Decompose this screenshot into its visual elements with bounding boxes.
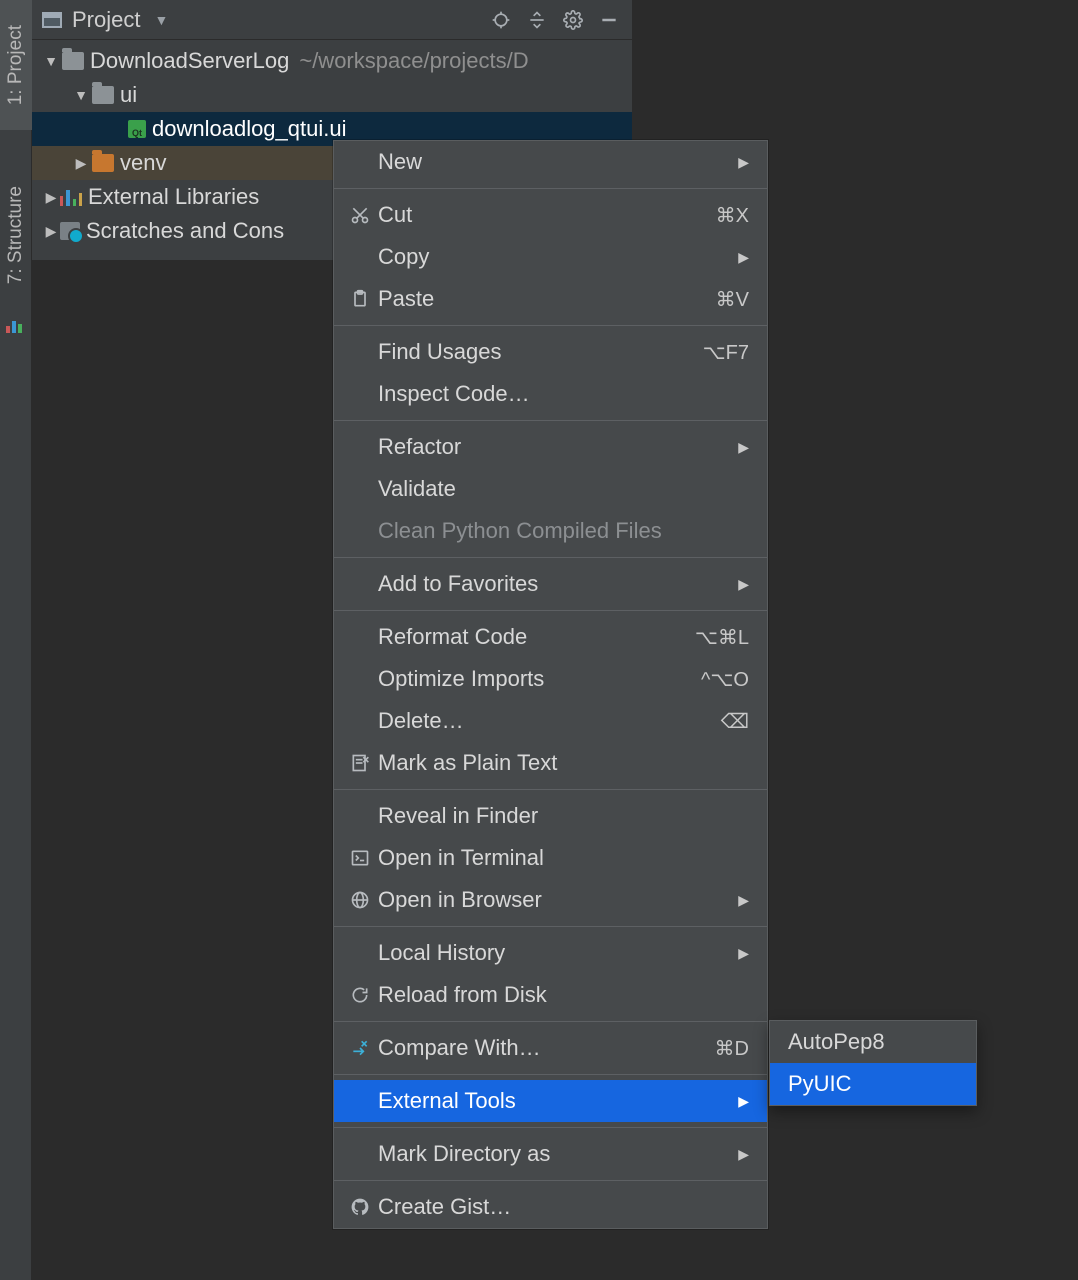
scratches-icon xyxy=(60,222,80,240)
menu-paste[interactable]: Paste ⌘V xyxy=(334,278,767,320)
expand-arrow-icon[interactable] xyxy=(42,189,60,206)
menu-separator xyxy=(334,1021,767,1022)
tree-scratch-name: Scratches and Cons xyxy=(86,218,284,244)
project-view-title[interactable]: Project xyxy=(72,7,140,33)
tree-root-path: ~/workspace/projects/D xyxy=(299,48,528,74)
plain-text-icon xyxy=(346,753,374,773)
submenu-pyuic[interactable]: PyUIC xyxy=(770,1063,976,1105)
project-view-icon xyxy=(42,12,62,28)
tree-row-ui[interactable]: ui xyxy=(32,78,632,112)
tool-tab-structure[interactable]: 7: Structure xyxy=(0,160,32,310)
tool-window-tabstrip: 1: Project 7: Structure xyxy=(0,0,32,1280)
menu-add-favorites[interactable]: Add to Favorites ▶ xyxy=(334,563,767,605)
shortcut-reformat: ⌥⌘L xyxy=(695,625,749,650)
submenu-arrow-icon: ▶ xyxy=(738,576,749,593)
menu-clean-pyc: Clean Python Compiled Files xyxy=(334,510,767,552)
menu-open-terminal[interactable]: Open in Terminal xyxy=(334,837,767,879)
menu-validate[interactable]: Validate xyxy=(334,468,767,510)
submenu-autopep8[interactable]: AutoPep8 xyxy=(770,1021,976,1063)
menu-create-gist[interactable]: Create Gist… xyxy=(334,1186,767,1228)
paste-icon xyxy=(346,289,374,309)
menu-reload-disk[interactable]: Reload from Disk xyxy=(334,974,767,1016)
menu-refactor[interactable]: Refactor ▶ xyxy=(334,426,767,468)
folder-icon xyxy=(62,52,84,70)
menu-optimize-imports[interactable]: Optimize Imports ^⌥O xyxy=(334,658,767,700)
menu-delete[interactable]: Delete… ⌫ xyxy=(334,700,767,742)
qt-file-icon: Qt xyxy=(128,120,146,138)
menu-mark-directory[interactable]: Mark Directory as ▶ xyxy=(334,1133,767,1175)
menu-cut[interactable]: Cut ⌘X xyxy=(334,194,767,236)
submenu-arrow-icon: ▶ xyxy=(738,249,749,266)
hide-panel-icon[interactable] xyxy=(596,7,622,33)
folder-excluded-icon xyxy=(92,154,114,172)
menu-external-tools[interactable]: External Tools ▶ xyxy=(334,1080,767,1122)
expand-arrow-icon[interactable] xyxy=(72,87,90,103)
expand-arrow-icon[interactable] xyxy=(42,53,60,69)
menu-reveal-finder[interactable]: Reveal in Finder xyxy=(334,795,767,837)
reload-icon xyxy=(346,985,374,1005)
tool-tab-structure-label: 7: Structure xyxy=(5,186,27,284)
globe-icon xyxy=(346,890,374,910)
shortcut-cut: ⌘X xyxy=(716,203,749,228)
menu-separator xyxy=(334,557,767,558)
tool-tab-project[interactable]: 1: Project xyxy=(0,0,32,130)
libraries-icon xyxy=(60,188,82,206)
menu-separator xyxy=(334,926,767,927)
submenu-arrow-icon: ▶ xyxy=(738,1093,749,1110)
menu-separator xyxy=(334,420,767,421)
menu-separator xyxy=(334,1074,767,1075)
project-panel-header: Project ▼ xyxy=(32,0,632,40)
tool-tab-decor-icon xyxy=(6,319,24,333)
shortcut-optimize: ^⌥O xyxy=(701,667,749,692)
github-icon xyxy=(346,1197,374,1217)
menu-separator xyxy=(334,325,767,326)
shortcut-paste: ⌘V xyxy=(716,287,749,312)
menu-separator xyxy=(334,789,767,790)
shortcut-compare: ⌘D xyxy=(715,1036,749,1061)
shortcut-find-usages: ⌥F7 xyxy=(703,340,749,365)
submenu-arrow-icon: ▶ xyxy=(738,439,749,456)
menu-local-history[interactable]: Local History ▶ xyxy=(334,932,767,974)
menu-open-browser[interactable]: Open in Browser ▶ xyxy=(334,879,767,921)
folder-icon xyxy=(92,86,114,104)
locate-icon[interactable] xyxy=(488,7,514,33)
tree-extlib-name: External Libraries xyxy=(88,184,259,210)
tree-root-name: DownloadServerLog xyxy=(90,48,289,74)
menu-mark-plain[interactable]: Mark as Plain Text xyxy=(334,742,767,784)
menu-reformat-code[interactable]: Reformat Code ⌥⌘L xyxy=(334,616,767,658)
tree-venv-name: venv xyxy=(120,150,166,176)
menu-copy[interactable]: Copy ▶ xyxy=(334,236,767,278)
tree-file-name: downloadlog_qtui.ui xyxy=(152,116,347,142)
menu-inspect-code[interactable]: Inspect Code… xyxy=(334,373,767,415)
menu-separator xyxy=(334,188,767,189)
expand-arrow-icon[interactable] xyxy=(72,155,90,172)
context-menu: New ▶ Cut ⌘X Copy ▶ Paste ⌘V Find Usages… xyxy=(333,140,768,1229)
chevron-down-icon[interactable]: ▼ xyxy=(154,12,168,28)
menu-separator xyxy=(334,610,767,611)
menu-find-usages[interactable]: Find Usages ⌥F7 xyxy=(334,331,767,373)
tool-tab-project-label: 1: Project xyxy=(5,25,27,105)
menu-separator xyxy=(334,1127,767,1128)
cut-icon xyxy=(346,205,374,225)
collapse-all-icon[interactable] xyxy=(524,7,550,33)
terminal-icon xyxy=(346,848,374,868)
submenu-arrow-icon: ▶ xyxy=(738,154,749,171)
gear-icon[interactable] xyxy=(560,7,586,33)
submenu-arrow-icon: ▶ xyxy=(738,892,749,909)
external-tools-submenu: AutoPep8 PyUIC xyxy=(769,1020,977,1106)
expand-arrow-icon[interactable] xyxy=(42,223,60,240)
tree-row-root[interactable]: DownloadServerLog ~/workspace/projects/D xyxy=(32,44,632,78)
menu-compare-with[interactable]: Compare With… ⌘D xyxy=(334,1027,767,1069)
menu-separator xyxy=(334,1180,767,1181)
compare-icon xyxy=(346,1038,374,1058)
shortcut-delete: ⌫ xyxy=(721,709,749,734)
submenu-arrow-icon: ▶ xyxy=(738,945,749,962)
submenu-arrow-icon: ▶ xyxy=(738,1146,749,1163)
menu-new[interactable]: New ▶ xyxy=(334,141,767,183)
tree-ui-name: ui xyxy=(120,82,137,108)
